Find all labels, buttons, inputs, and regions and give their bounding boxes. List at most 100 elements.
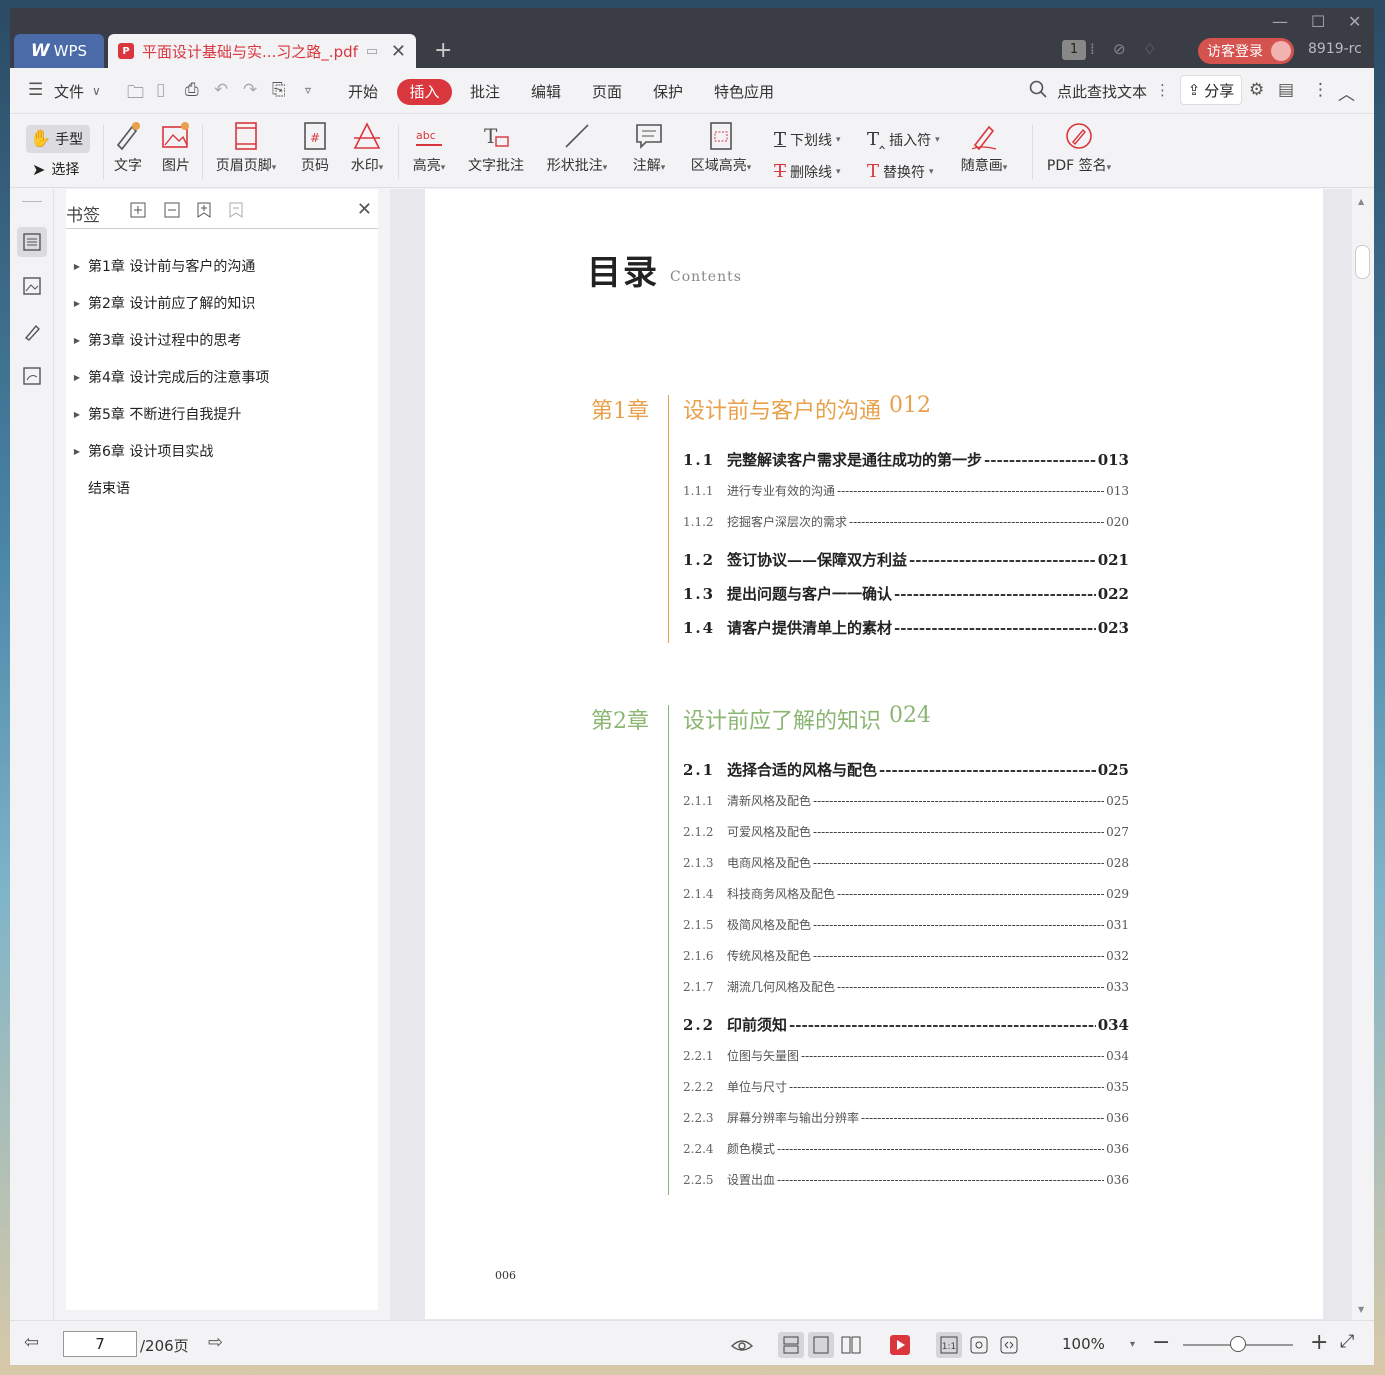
bookmark-item[interactable]: ▶ 第1章 设计前与客户的沟通 [66, 256, 255, 276]
scroll-up-icon[interactable]: ▲ [1358, 197, 1364, 206]
underline-button[interactable]: T 下划线 ▾ [774, 129, 841, 150]
toc-subsection-entry[interactable]: 1.1.2 挖掘客户深层次的需求 020 [683, 513, 1129, 530]
page-number-input[interactable]: 7 [63, 1331, 137, 1357]
toc-subsection-entry[interactable]: 2.1.1 清新风格及配色 025 [683, 792, 1129, 809]
toc-subsection-entry[interactable]: 2.2.1 位图与矢量图 034 [683, 1047, 1129, 1064]
zoom-out-icon[interactable]: − [1152, 1330, 1170, 1355]
strikethrough-button[interactable]: T 删除线 ▾ [774, 161, 841, 182]
save-icon[interactable]: ▯ [156, 80, 165, 100]
tab-page[interactable]: 页面 [592, 81, 622, 102]
highlight-button[interactable]: abc 高亮▾ [399, 119, 459, 175]
toc-section-entry[interactable]: 2.2 印前须知 034 [683, 1014, 1129, 1035]
zoom-in-icon[interactable]: + [1310, 1330, 1328, 1355]
tab-float-icon[interactable]: ▭ [366, 44, 378, 59]
bookmark-item[interactable]: ▶ 第3章 设计过程中的思考 [66, 330, 241, 350]
toc-section-entry[interactable]: 1.2 签订协议——保障双方利益 021 [683, 549, 1129, 570]
continuous-view-icon[interactable] [778, 1332, 804, 1358]
more-options-icon[interactable]: ⋮ [1312, 80, 1329, 100]
replace-mark-button[interactable]: T 替换符 ▾ [867, 161, 934, 182]
guest-login-button[interactable]: 访客登录 [1198, 38, 1294, 64]
collapse-ribbon-icon[interactable]: ︿ [1338, 80, 1355, 105]
print-icon[interactable]: ⎙ [185, 80, 199, 100]
file-menu-chevron-icon[interactable]: ∨ [92, 84, 101, 98]
window-count-badge[interactable]: 1 [1062, 40, 1086, 60]
toc-subsection-entry[interactable]: 2.1.2 可爱风格及配色 027 [683, 823, 1129, 840]
document-view[interactable]: 目录 Contents 006 第1章 设计前与客户的沟通 012 1.1 完整解读客户… [390, 189, 1374, 1320]
thumbnail-panel-icon[interactable] [17, 271, 47, 301]
wps-home-tab[interactable]: W WPS [14, 34, 104, 68]
search-icon[interactable] [1029, 80, 1047, 102]
toc-subsection-entry[interactable]: 2.2.2 单位与尺寸 035 [683, 1078, 1129, 1095]
toc-subsection-entry[interactable]: 2.1.4 科技商务风格及配色 029 [683, 885, 1129, 902]
bookmark-item[interactable]: ▶ 第2章 设计前应了解的知识 [66, 293, 255, 313]
toc-section-entry[interactable]: 1.1 完整解读客户需求是通往成功的第一步 013 [683, 449, 1129, 470]
toc-subsection-entry[interactable]: 2.2.4 颜色模式 036 [683, 1140, 1129, 1157]
tab-protect[interactable]: 保护 [653, 81, 683, 102]
settings-gear-icon[interactable]: ⚙ [1249, 80, 1264, 100]
zoom-dropdown-icon[interactable]: ▾ [1130, 1339, 1135, 1350]
zoom-level[interactable]: 100% [1062, 1335, 1105, 1353]
toc-subsection-entry[interactable]: 2.1.5 极简风格及配色 031 [683, 916, 1129, 933]
previous-page-icon[interactable]: ⇦ [24, 1332, 39, 1353]
export-icon[interactable]: ⎘ [272, 80, 286, 100]
toc-subsection-entry[interactable]: 2.2.3 屏幕分辨率与输出分辨率 036 [683, 1109, 1129, 1126]
toc-subsection-entry[interactable]: 2.1.3 电商风格及配色 028 [683, 854, 1129, 871]
scroll-down-icon[interactable]: ▼ [1358, 1305, 1364, 1314]
fit-width-icon[interactable] [996, 1332, 1022, 1358]
undo-icon[interactable]: ↶ [214, 80, 228, 100]
expand-arrow-icon[interactable]: ▶ [66, 410, 88, 419]
bookmark-panel-close-icon[interactable]: ✕ [357, 199, 372, 220]
insert-mark-button[interactable]: T‸ 插入符 ▾ [867, 129, 940, 150]
bookmark-item[interactable]: ▶ 第6章 设计项目实战 [66, 441, 213, 461]
expand-arrow-icon[interactable]: ▶ [66, 447, 88, 456]
insert-image-button[interactable]: 图片 [146, 119, 206, 175]
toc-subsection-entry[interactable]: 2.1.6 传统风格及配色 032 [683, 947, 1129, 964]
fit-page-icon[interactable] [966, 1332, 992, 1358]
open-folder-icon[interactable]: 🗀 [127, 80, 144, 109]
pdf-sign-button[interactable]: PDF 签名▾ [1047, 119, 1111, 175]
freehand-button[interactable]: 随意画▾ [954, 119, 1014, 175]
select-tool-button[interactable]: ➤ 选择 [32, 159, 79, 179]
comment-icon[interactable]: ▤ [1278, 80, 1294, 100]
toc-section-entry[interactable]: 1.4 请客户提供清单上的素材 023 [683, 617, 1129, 638]
collapse-all-icon[interactable] [164, 202, 180, 222]
add-bookmark-icon[interactable] [196, 202, 212, 222]
expand-arrow-icon[interactable]: ▶ [66, 373, 88, 382]
single-page-view-icon[interactable] [808, 1332, 834, 1358]
eye-protection-icon[interactable] [729, 1332, 755, 1358]
annotation-panel-icon[interactable] [17, 317, 47, 347]
minimize-icon[interactable]: — [1272, 12, 1288, 31]
expand-arrow-icon[interactable]: ▶ [66, 262, 88, 271]
toc-subsection-entry[interactable]: 2.2.5 设置出血 036 [683, 1171, 1129, 1188]
hand-tool-button[interactable]: ✋ 手型 [26, 125, 90, 153]
text-note-button[interactable]: T 文字批注 [466, 119, 526, 175]
watermark-button[interactable]: 水印▾ [337, 119, 397, 175]
two-page-view-icon[interactable] [838, 1332, 864, 1358]
tab-special[interactable]: 特色应用 [714, 81, 774, 102]
share-button[interactable]: ⇪ 分享 [1180, 75, 1242, 105]
maximize-icon[interactable]: ☐ [1311, 12, 1325, 31]
toc-subsection-entry[interactable]: 2.1.7 潮流几何风格及配色 033 [683, 978, 1129, 995]
actual-size-icon[interactable]: 1:1 [936, 1332, 962, 1358]
hamburger-menu-icon[interactable]: ☰ [28, 80, 43, 100]
find-text-field[interactable]: 点此查找文本 [1057, 81, 1147, 102]
skin-shirt-icon[interactable]: ♢ [1143, 40, 1156, 58]
toc-section-entry[interactable]: 1.3 提出问题与客户一一确认 022 [683, 583, 1129, 604]
toc-section-entry[interactable]: 2.1 选择合适的风格与配色 025 [683, 759, 1129, 780]
more-vertical-icon[interactable]: ⋮ [1155, 81, 1170, 99]
bookmark-panel-icon[interactable] [17, 227, 47, 257]
play-slideshow-icon[interactable] [887, 1332, 913, 1358]
scrollbar-thumb[interactable] [1355, 245, 1370, 279]
tab-edit[interactable]: 编辑 [531, 81, 561, 102]
close-window-icon[interactable]: ✕ [1348, 12, 1361, 31]
tab-close-icon[interactable]: ✕ [391, 41, 406, 62]
signature-panel-icon[interactable] [17, 361, 47, 391]
shape-note-button[interactable]: 形状批注▾ [547, 119, 607, 175]
annotate-button[interactable]: 注解▾ [619, 119, 679, 175]
tab-start[interactable]: 开始 [348, 81, 378, 102]
expand-all-icon[interactable] [130, 202, 146, 222]
delete-bookmark-icon[interactable] [228, 202, 244, 222]
bookmark-item[interactable]: 结束语 [66, 478, 130, 498]
redo-icon[interactable]: ↷ [243, 80, 257, 100]
page-number-button[interactable]: # 页码 [285, 119, 345, 175]
